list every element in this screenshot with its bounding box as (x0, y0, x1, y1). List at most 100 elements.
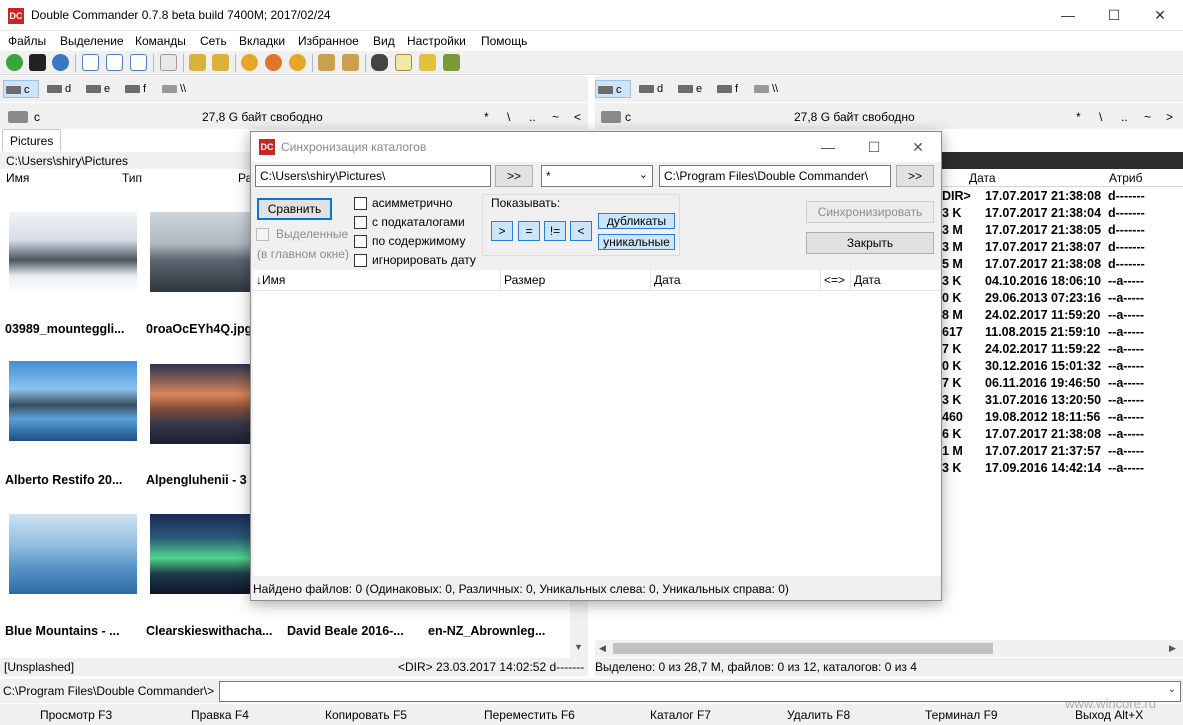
compare-button[interactable]: Сравнить (257, 198, 332, 220)
file-row[interactable]: 7 K 06.11.2016 19:46:50 --a----- (940, 375, 1183, 392)
scroll-thumb[interactable] (613, 643, 993, 654)
scroll-down-icon[interactable]: ▼ (574, 642, 583, 652)
menu-settings[interactable]: Настройки (407, 34, 466, 48)
right-drive-e[interactable]: e (676, 80, 712, 98)
nav-backslash-button[interactable]: \ (507, 110, 510, 124)
column-compare[interactable]: <=> (821, 270, 851, 291)
close-button[interactable]: ✕ (1137, 0, 1183, 31)
thumb-label[interactable]: David Beale 2016-... (287, 624, 423, 638)
scroll-right-icon[interactable]: ▶ (1169, 643, 1176, 654)
left-dir-field[interactable]: C:\Users\shiry\Pictures\ (255, 165, 491, 187)
file-row[interactable]: 5 M 17.07.2017 21:38:08 d------- (940, 256, 1183, 273)
left-drive-e[interactable]: e (84, 80, 120, 98)
right-path-bar[interactable] (940, 152, 1183, 169)
command-input[interactable]: ⌄ (219, 681, 1181, 702)
file-row[interactable]: 0 K 30.12.2016 15:01:32 --a----- (940, 358, 1183, 375)
right-scrollbar[interactable]: ◀ ▶ (595, 640, 1183, 657)
nav-backslash-button[interactable]: \ (1099, 110, 1102, 124)
minimize-button[interactable]: — (1045, 0, 1091, 31)
ignore-date-checkbox[interactable]: игнорировать дату (354, 253, 478, 269)
thumb-label[interactable]: Clearskieswithacha... (146, 624, 282, 638)
file-row[interactable]: 3 K 17.09.2016 14:42:14 --a----- (940, 460, 1183, 477)
nav-root-button[interactable]: * (484, 110, 489, 124)
nav-home-button[interactable]: ~ (1144, 110, 1151, 124)
right-drive-d[interactable]: d (637, 80, 673, 98)
file-row[interactable]: 8 M 24.02.2017 11:59:20 --a----- (940, 307, 1183, 324)
asymmetric-checkbox[interactable]: асимметрично (354, 196, 474, 212)
synchronize-button[interactable]: Синхронизировать (806, 201, 934, 223)
file-row[interactable]: 617 11.08.2015 21:59:10 --a----- (940, 324, 1183, 341)
terminal-f9-button[interactable]: Терминал F9 (925, 708, 998, 722)
thumb-label[interactable]: 03989_mounteggli... (5, 322, 141, 336)
column-type[interactable]: Тип (122, 171, 142, 185)
by-content-checkbox[interactable]: по содержимому (354, 234, 474, 250)
chevron-down-icon[interactable]: ⌄ (1168, 684, 1176, 695)
show-left-newer-button[interactable]: > (491, 221, 513, 241)
file-row[interactable]: 3 M 17.07.2017 21:38:05 d------- (940, 222, 1183, 239)
file-row[interactable]: 3 M 17.07.2017 21:38:07 d------- (940, 239, 1183, 256)
menu-files[interactable]: Файлы (8, 34, 46, 48)
edit-f4-button[interactable]: Правка F4 (191, 708, 249, 722)
show-equal-button[interactable]: = (518, 221, 540, 241)
browse-right-button[interactable]: >> (896, 165, 934, 187)
file-row[interactable]: 6 K 17.07.2017 21:38:08 --a----- (940, 426, 1183, 443)
options-icon[interactable] (52, 54, 69, 71)
refresh-icon[interactable] (6, 54, 23, 71)
tab-pictures[interactable]: Pictures (2, 129, 62, 151)
multi-rename-icon[interactable] (395, 54, 412, 71)
thumb-label[interactable]: Blue Mountains - ... (5, 624, 141, 638)
brief-view-icon[interactable] (82, 54, 99, 71)
menu-network[interactable]: Сеть (200, 34, 227, 48)
show-right-newer-button[interactable]: < (570, 221, 592, 241)
menu-commands[interactable]: Команды (135, 34, 186, 48)
move-files-icon[interactable] (265, 54, 282, 71)
menu-view[interactable]: Вид (373, 34, 395, 48)
nav-up-button[interactable]: .. (1121, 110, 1128, 124)
column-left-name[interactable]: ↓Имя (253, 270, 501, 291)
go-forward-icon[interactable] (212, 54, 229, 71)
dialog-close-button[interactable]: ✕ (895, 132, 941, 162)
scroll-left-icon[interactable]: ◀ (599, 643, 606, 654)
show-unique-toggle[interactable]: уникальные (598, 234, 675, 250)
delete-files-icon[interactable] (289, 54, 306, 71)
chevron-down-icon[interactable]: ⌄ (639, 168, 648, 181)
right-drive-c[interactable]: c (595, 80, 631, 98)
left-drive-f[interactable]: f (123, 80, 159, 98)
file-row[interactable]: 460 19.08.2012 18:11:56 --a----- (940, 409, 1183, 426)
file-row[interactable]: 3 K 17.07.2017 21:38:04 d------- (940, 205, 1183, 222)
dialog-minimize-button[interactable]: — (805, 132, 851, 162)
file-mask-select[interactable]: * ⌄ (541, 165, 653, 187)
nav-other-button[interactable]: < (574, 110, 581, 124)
column-attr[interactable]: Атриб (1109, 171, 1143, 185)
thumb-label[interactable]: 0roaOcEYh4Q.jpg (146, 322, 250, 336)
full-view-icon[interactable] (106, 54, 123, 71)
unpack-icon[interactable] (342, 54, 359, 71)
copy-f5-button[interactable]: Копировать F5 (325, 708, 407, 722)
menu-tabs[interactable]: Вкладки (239, 34, 285, 48)
subdirs-checkbox[interactable]: с подкаталогами (354, 215, 474, 231)
pack-icon[interactable] (318, 54, 335, 71)
nav-home-button[interactable]: ~ (552, 110, 559, 124)
column-left-size[interactable]: Размер (501, 270, 651, 291)
nav-up-button[interactable]: .. (529, 110, 536, 124)
photo-snowy-forest-icon[interactable] (9, 212, 137, 292)
column-right-date[interactable]: Дата (851, 270, 941, 291)
left-drive-d[interactable]: d (45, 80, 81, 98)
thumb-label[interactable]: Alberto Restifo 20... (5, 473, 141, 487)
search-icon[interactable] (371, 54, 388, 71)
nav-root-button[interactable]: * (1076, 110, 1081, 124)
column-name[interactable]: Имя (6, 171, 29, 185)
right-drive-f[interactable]: f (715, 80, 751, 98)
flat-view-icon[interactable] (160, 54, 177, 71)
column-left-date[interactable]: Дата (651, 270, 821, 291)
dialog-close-action-button[interactable]: Закрыть (806, 232, 934, 254)
file-row[interactable]: 7 K 24.02.2017 11:59:22 --a----- (940, 341, 1183, 358)
go-back-icon[interactable] (189, 54, 206, 71)
selected-only-checkbox[interactable]: Выделенные (256, 227, 356, 243)
menu-help[interactable]: Помощь (481, 34, 527, 48)
move-f6-button[interactable]: Переместить F6 (484, 708, 575, 722)
copy-files-icon[interactable] (241, 54, 258, 71)
thumbnail-view-icon[interactable] (130, 54, 147, 71)
menu-selection[interactable]: Выделение (60, 34, 124, 48)
column-date[interactable]: Дата (969, 171, 996, 185)
